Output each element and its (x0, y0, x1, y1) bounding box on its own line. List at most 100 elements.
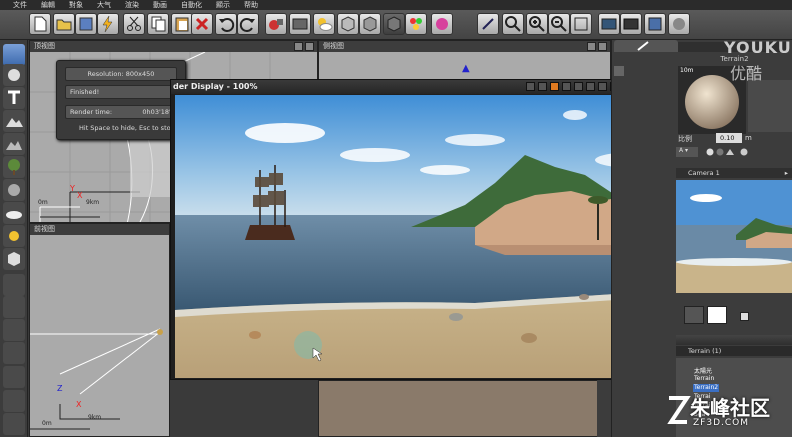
render-info-panel: Resolution: 800x450 Finished! Render tim… (56, 60, 186, 140)
viewport-menu-icon[interactable] (294, 42, 303, 51)
image-viewer-icon[interactable] (598, 13, 620, 35)
menu-file[interactable]: 文件 (6, 0, 34, 10)
lightning-icon[interactable] (97, 13, 119, 35)
redo-icon[interactable] (237, 13, 259, 35)
preview-hand-icon[interactable] (707, 306, 727, 324)
pin-icon[interactable] (614, 66, 624, 76)
pointer-tool-icon[interactable] (477, 13, 499, 35)
side-viewport[interactable]: 侧视图 ▲ (318, 40, 611, 80)
preview-grid-icon[interactable] (684, 306, 704, 324)
top-axis-y-label: Y (70, 184, 75, 193)
render-display-window[interactable]: der Display - 100% × (170, 79, 675, 380)
scale-input[interactable]: 0.10 (716, 133, 742, 143)
tree-row-terrain2[interactable]: Terrain2 (693, 384, 719, 392)
rendered-image (175, 95, 671, 378)
save-icon[interactable] (75, 13, 97, 35)
zoom-out-small-icon[interactable] (538, 82, 547, 91)
sphere-tool-icon[interactable] (3, 64, 25, 86)
camera-tool-icon[interactable] (3, 366, 25, 388)
render-status-field: Finished! (65, 85, 177, 99)
color-mode-icon[interactable] (550, 82, 559, 91)
render-display-titlebar[interactable]: der Display - 100% × (171, 80, 675, 94)
primitive-a-icon[interactable] (3, 274, 25, 296)
prev-frame-icon[interactable] (598, 82, 607, 91)
object-cube2-icon[interactable] (359, 13, 381, 35)
perspective-viewport[interactable] (318, 380, 611, 437)
camera-preview[interactable] (676, 180, 792, 293)
cube-tool-icon[interactable] (3, 248, 25, 270)
zoom-in-icon[interactable] (526, 13, 548, 35)
color-palette-icon[interactable] (405, 13, 427, 35)
side-viewport-header: 侧视图 (319, 41, 610, 52)
copy-icon[interactable] (147, 13, 169, 35)
scale-label: 比例 (678, 135, 692, 143)
menu-animation[interactable]: 動画 (146, 0, 174, 10)
tree-label-sunlight: 太陽光 (694, 368, 713, 375)
menu-atmosphere[interactable]: 大气 (90, 0, 118, 10)
pencil-icon (637, 41, 649, 51)
light-tool-icon[interactable] (3, 225, 25, 247)
primitive-d-icon[interactable] (3, 342, 25, 364)
primitive-b-icon[interactable] (3, 296, 25, 318)
sun-cloud-icon[interactable] (313, 13, 335, 35)
render-hint-text: Hit Space to hide, Esc to stop (79, 124, 175, 132)
tree-row-sunlight[interactable]: 太陽光 (676, 366, 792, 375)
object-cube-icon[interactable] (337, 13, 359, 35)
fit-view-icon[interactable] (570, 13, 592, 35)
text-tool-icon[interactable] (3, 87, 25, 109)
new-file-icon[interactable] (29, 13, 51, 35)
depth-mode-icon[interactable] (586, 82, 595, 91)
menu-object[interactable]: 對象 (62, 0, 90, 10)
film-icon[interactable] (620, 13, 642, 35)
cut-icon[interactable] (123, 13, 145, 35)
cloud-tool-icon[interactable] (3, 202, 25, 224)
terrain-tool-icon[interactable] (3, 110, 25, 132)
scale-unit: m (745, 134, 752, 142)
material-mode-select[interactable]: A ▾ (676, 147, 698, 157)
material-quick-icons[interactable] (704, 147, 754, 157)
menu-edit[interactable]: 編輯 (34, 0, 62, 10)
render-display-title: der Display - 100% (173, 82, 258, 91)
render-scene-icon[interactable] (265, 13, 287, 35)
layers-tool-icon[interactable] (3, 44, 25, 66)
preview-save-icon[interactable] (740, 312, 749, 321)
viewport-maximize-icon[interactable] (305, 42, 314, 51)
layers-header[interactable]: Terrain (1) (676, 346, 792, 356)
camera-selector[interactable]: Camera 1 ▸ (676, 168, 792, 178)
plant-tool-icon[interactable] (3, 179, 25, 201)
zoom-region-icon[interactable] (502, 13, 524, 35)
front-viewport-grid (30, 328, 163, 430)
paste-icon[interactable] (171, 13, 193, 35)
zoom-in-small-icon[interactable] (526, 82, 535, 91)
edit-tab[interactable] (614, 40, 678, 52)
viewport-menu-icon[interactable] (587, 42, 596, 51)
zoom-out-icon[interactable] (548, 13, 570, 35)
menu-display[interactable]: 顯示 (209, 0, 237, 10)
viewport-maximize-icon[interactable] (598, 42, 607, 51)
alpha-mode-icon[interactable] (562, 82, 571, 91)
menu-render[interactable]: 渲染 (118, 0, 146, 10)
left-tool-strip (0, 40, 28, 437)
rock-tool-icon[interactable] (3, 133, 25, 155)
camera-arrow-icon: ▸ (784, 169, 788, 177)
open-file-icon[interactable] (53, 13, 75, 35)
tree-tool-icon[interactable] (3, 156, 25, 178)
frame-icon[interactable] (644, 13, 666, 35)
sphere-render-icon[interactable] (668, 13, 690, 35)
delete-icon[interactable] (191, 13, 213, 35)
python-tool-icon[interactable] (3, 390, 25, 412)
undo-icon[interactable] (215, 13, 237, 35)
material-cube-icon[interactable] (383, 13, 405, 35)
fan-tool-icon[interactable] (3, 413, 25, 435)
front-axis-z-label: Z (57, 384, 63, 393)
front-viewport[interactable]: 前视图 Z X 0m 9km (29, 223, 170, 437)
render-settings-icon[interactable] (289, 13, 311, 35)
render-preview-icon[interactable] (431, 13, 453, 35)
tree-row-terrain[interactable]: Terrain (676, 375, 792, 383)
menu-bar: 文件 編輯 對象 大气 渲染 動画 自動化 顯示 帮助 (0, 0, 792, 10)
front-scale-start: 0m (42, 420, 52, 427)
menu-help[interactable]: 帮助 (237, 0, 265, 10)
save-render-icon[interactable] (574, 82, 583, 91)
primitive-c-icon[interactable] (3, 319, 25, 341)
menu-automation[interactable]: 自動化 (174, 0, 209, 10)
